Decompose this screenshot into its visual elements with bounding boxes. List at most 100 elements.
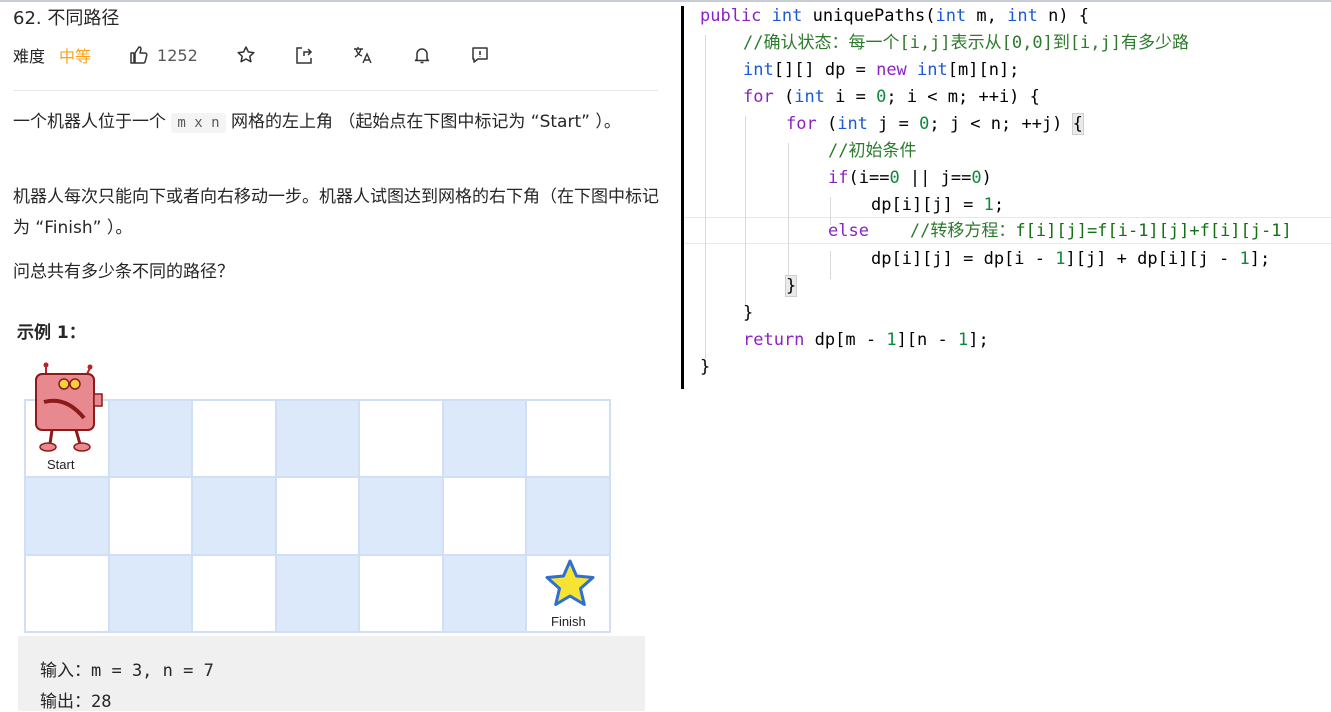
feedback-icon — [472, 47, 488, 63]
comment-token: //转移方程： — [868, 221, 1016, 241]
example-io-block: 输入：m = 3, n = 7 输出：28 — [18, 636, 645, 712]
type-token: int — [1007, 6, 1038, 26]
number-token: 1 — [1055, 249, 1066, 269]
number-token: 1 — [886, 330, 897, 350]
code-line-9: else //转移方程：f[i][j]=f[i-1][j]+f[i][j-1] — [828, 218, 1292, 245]
code-token: dp[i][j] = — [871, 195, 984, 215]
code-line-11: } — [784, 273, 798, 300]
code-line-14: } — [700, 357, 711, 377]
difficulty-badge: 中等 — [59, 47, 92, 66]
path-grid-figure — [24, 399, 611, 633]
code-line-10: dp[i][j] = dp[i - 1][j] + dp[i][j - 1]; — [871, 246, 1270, 273]
code-line-5: for (int j = 0; j < n; ++j) { — [786, 111, 1084, 138]
code-token: ( — [773, 87, 795, 107]
code-token: dp[i][j] = dp[i - — [871, 249, 1056, 269]
grid-cell — [192, 477, 276, 555]
desc-text: 一个机器人位于一个 — [13, 112, 166, 132]
type-token: int — [935, 6, 967, 26]
keyword: for — [743, 87, 774, 107]
code-token: j = — [867, 114, 920, 134]
code-line-3: int[][] dp = new int[m][n]; — [743, 57, 1019, 84]
code-line-4: for (int i = 0; i < m; ++i) { — [743, 84, 1040, 111]
code-line-13: return dp[m - 1][n - 1]; — [743, 327, 989, 354]
example-title: 示例 1： — [17, 323, 86, 343]
keyword: for — [786, 114, 817, 134]
indent-guide — [830, 251, 831, 279]
feedback-button[interactable] — [470, 45, 490, 65]
star-icon — [237, 46, 255, 63]
favorite-button[interactable] — [236, 45, 256, 65]
finish-star-icon — [545, 559, 595, 606]
thumbs-up-icon — [130, 46, 148, 64]
grid-cell — [275, 477, 360, 555]
indent-guide — [705, 35, 706, 359]
grid-cell — [359, 400, 443, 478]
code-token: [m][n]; — [947, 60, 1020, 80]
keyword: public — [700, 6, 762, 26]
type-token: int — [771, 6, 803, 26]
code-token: dp[m - — [804, 330, 887, 350]
finish-label: Finish — [551, 614, 586, 629]
example-input: 输入：m = 3, n = 7 — [40, 661, 214, 681]
number-token: 1 — [957, 330, 969, 350]
code-line-2: //确认状态：每一个[i,j]表示从[0,0]到[i,j]有多少路 — [743, 33, 1189, 53]
code-line-12: } — [743, 303, 754, 323]
indent-guide — [788, 143, 789, 280]
like-count: 1252 — [157, 45, 198, 65]
translate-button[interactable] — [352, 45, 374, 65]
grid-cell — [359, 477, 443, 555]
keyword: new — [876, 60, 907, 80]
code-line-8: dp[i][j] = 1; — [871, 192, 1004, 219]
desc-text: 网格的左上角 （起始点在下图中标记为 “Start” ）。 — [230, 112, 621, 132]
description-paragraph-2: 机器人每次只能向下或者向右移动一步。机器人试图达到网格的右下角（在下图中标记为 … — [13, 187, 659, 238]
like-button[interactable]: 1252 — [129, 45, 198, 65]
number-token: 0 — [919, 114, 930, 134]
grid-cell — [108, 400, 193, 478]
code-token: n) { — [1037, 6, 1090, 26]
indent-guide — [745, 116, 746, 305]
keyword: return — [743, 330, 805, 350]
grid-cell — [25, 554, 109, 632]
problem-title: 62. 不同路径 — [13, 8, 120, 29]
translate-icon — [353, 47, 372, 64]
code-token: ][j] + dp[i][j - — [1065, 249, 1240, 269]
type-token: int — [837, 114, 868, 134]
grid-cell — [25, 477, 109, 555]
code-token: [][] dp = — [773, 60, 877, 80]
problem-meta-bar: 难度 中等 1252 — [13, 42, 490, 68]
divider — [13, 90, 658, 91]
grid-cell — [108, 554, 193, 632]
share-button[interactable] — [294, 45, 314, 65]
code-token: ]; — [968, 330, 989, 350]
code-line-1: public int uniquePaths(int m, int n) { — [700, 3, 1089, 30]
example-output: 输出：28 — [40, 692, 112, 712]
code-token: uniquePaths( — [802, 6, 936, 26]
number-token: 0 — [971, 168, 982, 188]
keyword: if — [828, 168, 849, 188]
grid-cell — [442, 554, 527, 632]
grid-cell — [526, 477, 610, 555]
type-token: int — [917, 60, 948, 80]
bell-icon — [414, 48, 429, 64]
code-token: (i== — [848, 168, 890, 188]
comment-token: f[i][j]=f[i-1][j]+f[i][j-1] — [1015, 221, 1292, 241]
grid-cell — [108, 477, 193, 555]
start-label: Start — [47, 457, 75, 472]
problem-panel: 62. 不同路径 难度 中等 1252 一个机器人位于一个 m x n 网格的左… — [0, 0, 670, 712]
code-token: ; j < n; ++j) — [929, 114, 1073, 134]
code-token: ; — [993, 195, 1005, 215]
grid-cell — [359, 554, 443, 632]
type-token: int — [794, 87, 825, 107]
type-token: int — [743, 60, 774, 80]
description-paragraph-1: 一个机器人位于一个 m x n 网格的左上角 （起始点在下图中标记为 “Star… — [13, 107, 661, 139]
difficulty-label: 难度 — [13, 47, 46, 66]
subscribe-button[interactable] — [412, 45, 432, 65]
grid-cell — [192, 400, 276, 478]
matched-brace: } — [784, 275, 798, 297]
code-editor[interactable]: public int uniquePaths(int m, int n) { /… — [681, 6, 1331, 389]
grid-cell — [442, 400, 527, 478]
inline-code-mxn: m x n — [171, 113, 226, 133]
code-token: ; i < m; ++i) { — [886, 87, 1040, 107]
